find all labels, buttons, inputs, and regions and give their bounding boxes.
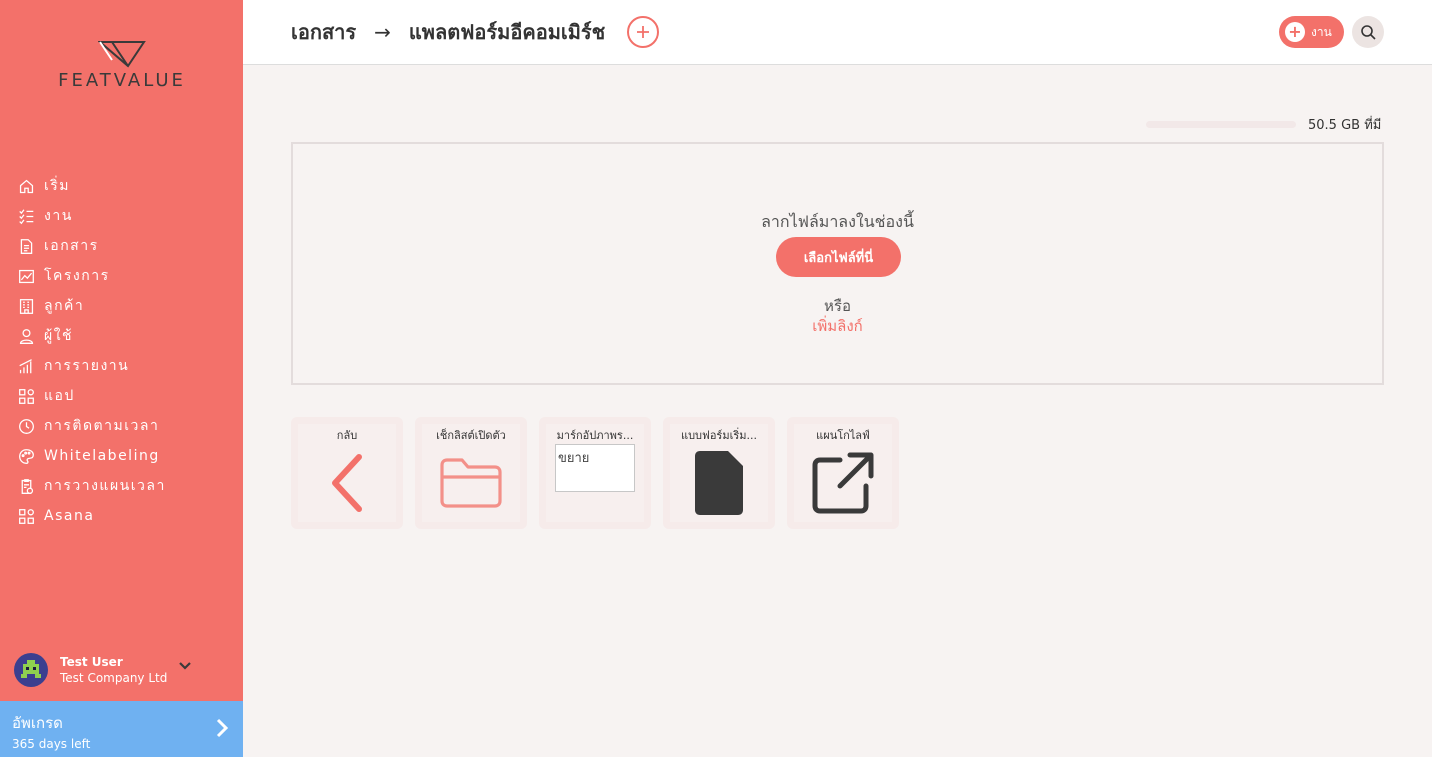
add-link[interactable]: เพิ่มลิงก์ <box>293 314 1382 338</box>
breadcrumb: เอกสาร → แพลตฟอร์มอีคอมเมิร์ช <box>291 16 660 48</box>
sidebar-item-label: การติดตามเวลา <box>44 418 160 434</box>
upgrade-banner[interactable]: อัพเกรด 365 days left <box>0 701 243 757</box>
search-button[interactable] <box>1352 16 1384 48</box>
tile-label: กลับ <box>336 429 358 442</box>
folder-icon <box>440 458 502 508</box>
user-name: Test User <box>60 655 123 669</box>
sidebar-item-whitelabeling[interactable]: Whitelabeling <box>16 441 236 471</box>
storage-bar <box>1146 121 1296 128</box>
avatar-icon <box>21 660 41 678</box>
tile-label: แบบฟอร์มเริ่ม... <box>680 429 758 442</box>
breadcrumb-current: แพลตฟอร์มอีคอมเมิร์ช <box>408 20 606 44</box>
logo-mark-icon <box>98 41 146 68</box>
new-task-label: งาน <box>1311 24 1332 39</box>
sidebar-item-label: ลูกค้า <box>44 298 85 314</box>
user-menu[interactable]: Test User Test Company Ltd <box>14 652 234 688</box>
sidebar-item-label: ผู้ใช้ <box>44 328 74 344</box>
tile-folder[interactable]: เช็กลิสต์เปิดตัว <box>415 417 527 529</box>
sidebar-item-label: Whitelabeling <box>44 448 160 464</box>
sidebar-item-label: งาน <box>44 208 73 224</box>
sidebar-item-users[interactable]: ผู้ใช้ <box>16 321 236 351</box>
sidebar-item-label: Asana <box>44 508 95 524</box>
upgrade-days-left: 365 days left <box>12 737 91 751</box>
new-task-button[interactable]: + งาน <box>1279 16 1344 48</box>
file-dropzone[interactable]: ลากไฟล์มาลงในช่องนี้ เลือกไฟล์ที่นี่ หรื… <box>291 142 1384 385</box>
search-icon <box>1361 25 1376 40</box>
sidebar-item-time-tracking[interactable]: การติดตามเวลา <box>16 411 236 441</box>
choose-file-button[interactable]: เลือกไฟล์ที่นี่ <box>776 237 901 277</box>
tile-link[interactable]: แผนโกไลฟ์ <box>787 417 899 529</box>
user-company: Test Company Ltd <box>60 671 168 685</box>
breadcrumb-documents[interactable]: เอกสาร <box>291 16 356 48</box>
document-icon <box>16 236 36 256</box>
palette-icon <box>16 446 36 466</box>
upgrade-title: อัพเกรด <box>12 714 63 732</box>
bar-chart-icon <box>16 356 36 376</box>
user-icon <box>16 326 36 346</box>
brand-logo[interactable]: FEATVALUE <box>36 40 208 91</box>
storage-indicator: 50.5 GB ที่มี <box>1146 114 1381 135</box>
external-link-icon <box>812 452 874 514</box>
timer-icon <box>16 416 36 436</box>
tile-label: เช็กลิสต์เปิดตัว <box>436 429 506 442</box>
chevron-left-icon <box>332 454 362 512</box>
chevron-down-icon[interactable] <box>178 661 192 671</box>
sidebar-item-home[interactable]: เริ่ม <box>16 171 236 201</box>
tile-image[interactable]: มาร์กอัปภาพร... ขยาย <box>539 417 651 529</box>
sidebar-nav: เริ่ม งาน เอกสาร โครงการ ลูกค้า ผู้ใช้ ก… <box>16 171 236 531</box>
breadcrumb-separator: → <box>374 20 391 44</box>
sidebar-item-label: เริ่ม <box>44 178 71 194</box>
sidebar-item-tasks[interactable]: งาน <box>16 201 236 231</box>
home-icon <box>16 176 36 196</box>
sidebar-item-label: การรายงาน <box>44 358 130 374</box>
add-button[interactable] <box>627 16 660 48</box>
clipboard-clock-icon <box>16 476 36 496</box>
sidebar-item-label: โครงการ <box>44 268 110 284</box>
building-icon <box>16 296 36 316</box>
tile-label: แผนโกไลฟ์ <box>816 429 870 442</box>
sidebar-item-documents[interactable]: เอกสาร <box>16 231 236 261</box>
apps-icon <box>16 386 36 406</box>
checklist-icon <box>16 206 36 226</box>
sidebar: FEATVALUE เริ่ม งาน เอกสาร โครงการ ลูกค้… <box>0 0 243 757</box>
storage-available: 50.5 GB ที่มี <box>1308 118 1382 133</box>
avatar <box>14 653 48 687</box>
sidebar-item-apps[interactable]: แอป <box>16 381 236 411</box>
sidebar-item-time-planning[interactable]: การวางแผนเวลา <box>16 471 236 501</box>
sidebar-item-reporting[interactable]: การรายงาน <box>16 351 236 381</box>
sidebar-item-label: เอกสาร <box>44 238 99 254</box>
tile-label: มาร์กอัปภาพร... <box>556 429 634 442</box>
apps-icon <box>16 506 36 526</box>
chevron-right-icon <box>216 718 229 738</box>
tile-back[interactable]: กลับ <box>291 417 403 529</box>
tile-form[interactable]: แบบฟอร์มเริ่ม... <box>663 417 775 529</box>
sidebar-item-asana[interactable]: Asana <box>16 501 236 531</box>
file-tiles: กลับ เช็กลิสต์เปิดตัว มาร์กอัปภาพร... ขย… <box>291 417 911 529</box>
top-header: เอกสาร → แพลตฟอร์มอีคอมเมิร์ช + งาน <box>243 0 1432 65</box>
logo-text: FEATVALUE <box>58 70 186 91</box>
sidebar-item-projects[interactable]: โครงการ <box>16 261 236 291</box>
broken-image-icon: ขยาย <box>555 444 635 492</box>
chart-icon <box>16 266 36 286</box>
sidebar-item-clients[interactable]: ลูกค้า <box>16 291 236 321</box>
sidebar-item-label: แอป <box>44 388 75 404</box>
image-alt-text: ขยาย <box>558 451 590 466</box>
file-icon <box>695 451 743 515</box>
plus-icon: + <box>1285 22 1305 42</box>
plus-icon <box>637 26 650 38</box>
sidebar-item-label: การวางแผนเวลา <box>44 478 166 494</box>
dropzone-title: ลากไฟล์มาลงในช่องนี้ <box>761 212 914 231</box>
